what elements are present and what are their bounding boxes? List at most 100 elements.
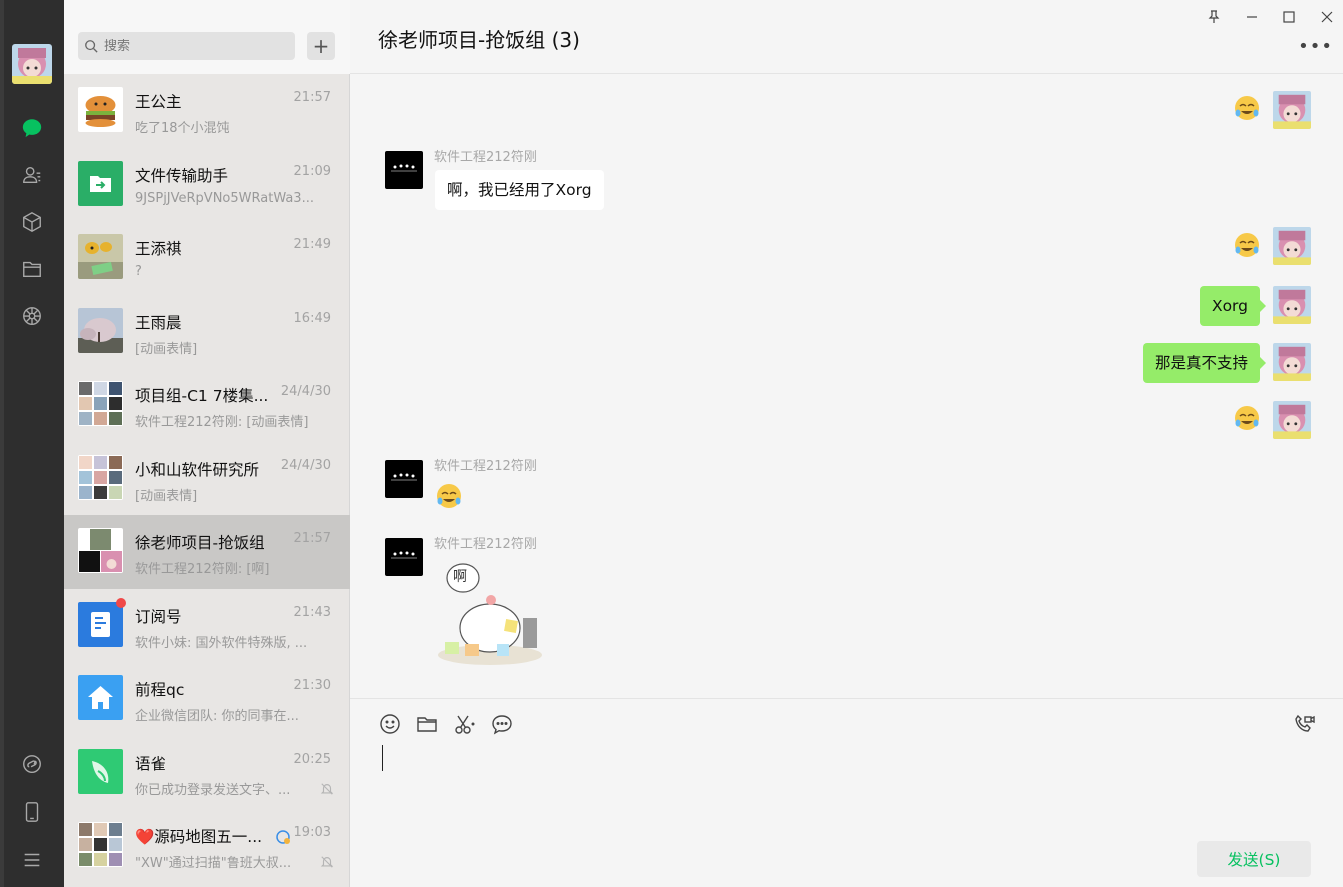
session-preview: [动画表情] (135, 341, 198, 357)
unread-dot (116, 597, 126, 608)
favorites-icon[interactable] (20, 210, 44, 234)
session-item[interactable]: 王添祺 21:49 ? (64, 221, 350, 295)
message-bubble[interactable]: Xorg (1199, 286, 1267, 326)
session-list: 王公主 21:57 吃了18个小混饨 文件传输助手 21:09 9JSPjJVe… (64, 74, 350, 883)
session-time: 21:57 (293, 531, 331, 546)
session-name: 小和山软件研究所 (135, 460, 260, 479)
subscription-icon (78, 601, 123, 647)
session-preview: 软件工程212符刚: [啊] (135, 562, 270, 577)
scissors-icon[interactable] (453, 713, 475, 735)
sender-name: 软件工程212符刚 (434, 459, 537, 474)
member-avatar[interactable] (385, 538, 423, 576)
session-name: 语雀 (135, 754, 167, 773)
sticker-text: 啊 (453, 569, 467, 585)
sticker-image[interactable]: 啊 (435, 560, 545, 670)
session-item[interactable]: 语雀 20:25 你已成功登录发送文字、... (64, 736, 350, 810)
phone-icon[interactable] (20, 800, 44, 824)
session-preview: 9JSPjJVeRpVNo5WRatWa3... (135, 190, 314, 206)
group-avatar (78, 454, 123, 500)
session-preview: 你已成功登录发送文字、... (135, 782, 291, 798)
session-time: 21:43 (293, 604, 331, 620)
session-time: 24/4/30 (280, 384, 331, 399)
session-item[interactable]: 文件传输助手 21:09 9JSPjJVeRpVNo5WRatWa3... (64, 148, 350, 222)
mute-icon (320, 856, 334, 868)
chat-title: 徐老师项目-抢饭组 (3) (378, 28, 580, 52)
self-avatar[interactable] (1273, 343, 1311, 381)
session-name: 王雨晨 (135, 313, 182, 332)
session-preview: 软件工程212符刚: [动画表情] (135, 415, 309, 430)
session-item[interactable]: 订阅号 21:43 软件小妹: 国外软件特殊版, ... (64, 589, 350, 663)
session-item[interactable]: 王公主 21:57 吃了18个小混饨 (64, 74, 350, 148)
contacts-icon[interactable] (20, 163, 44, 187)
session-name: 王添祺 (135, 240, 182, 258)
member-avatar[interactable] (385, 151, 423, 189)
add-button[interactable]: + (307, 32, 335, 60)
session-avatar (78, 307, 123, 353)
message-bubble[interactable]: 那是真不支持 (1142, 343, 1267, 383)
chat-icon[interactable] (20, 116, 44, 140)
search-box[interactable] (78, 32, 295, 60)
session-name: 文件传输助手 (135, 166, 229, 185)
close-icon[interactable] (1316, 6, 1338, 28)
session-item-active[interactable]: 徐老师项目-抢饭组 21:57 软件工程212符刚: [啊] (64, 515, 350, 589)
self-avatar[interactable] (1273, 401, 1311, 439)
moments-icon[interactable] (20, 304, 44, 328)
session-time: 21:09 (293, 163, 331, 179)
search-row: + (64, 0, 350, 74)
chat-header: 徐老师项目-抢饭组 (3) ••• (350, 0, 1343, 74)
message-bubble[interactable]: 啊，我已经用了Xorg (435, 170, 604, 210)
emoji-icon[interactable] (379, 713, 401, 735)
self-avatar[interactable] (1273, 91, 1311, 129)
home-icon (78, 675, 123, 720)
sender-name: 软件工程212符刚 (434, 537, 537, 552)
message-list: 软件工程212符刚 啊，我已经用了Xorg Xorg 那是真不支持 软件工程21… (350, 74, 1343, 698)
laugh-emoji (1233, 94, 1261, 122)
chat-panel: 徐老师项目-抢饭组 (3) ••• 软件工程212符刚 啊，我已经用了Xorg … (350, 0, 1343, 887)
member-avatar[interactable] (385, 460, 423, 498)
session-name: 徐老师项目-抢饭组 (135, 534, 265, 552)
session-preview: 吃了18个小混饨 (135, 121, 230, 136)
session-item[interactable]: 小和山软件研究所 24/4/30 [动画表情] (64, 442, 350, 516)
wechat-window: + 王公主 21:57 吃了18个小混饨 文件传输助手 21:09 9JSPjJ… (0, 0, 1343, 887)
session-preview: ? (135, 264, 142, 279)
maximize-icon[interactable] (1278, 6, 1300, 28)
session-time: 21:30 (293, 678, 331, 693)
session-preview: 企业微信团队: 你的同事在... (135, 709, 299, 724)
session-item[interactable]: ❤️源码地图五一... 19:03 "XW"通过扫描"鲁班大叔... (64, 809, 350, 883)
session-name: 项目组-C1 7楼集... (135, 387, 269, 405)
session-name: ❤️源码地图五一... (135, 828, 263, 846)
minimize-icon[interactable] (1241, 6, 1263, 28)
message-input[interactable] (380, 743, 1310, 833)
self-avatar[interactable] (1273, 227, 1311, 265)
menu-icon[interactable] (20, 848, 44, 872)
send-button[interactable]: 发送(S) (1197, 841, 1311, 877)
files-icon[interactable] (20, 257, 44, 281)
session-time: 16:49 (293, 310, 331, 326)
session-item[interactable]: 王雨晨 16:49 [动画表情] (64, 295, 350, 369)
self-avatar[interactable] (1273, 286, 1311, 324)
more-button[interactable]: ••• (1298, 36, 1333, 57)
session-time: 21:49 (293, 237, 331, 252)
pin-icon[interactable] (1203, 6, 1225, 28)
group-chat-icon (276, 830, 290, 844)
session-preview: "XW"通过扫描"鲁班大叔... (135, 856, 292, 871)
session-avatar (78, 234, 123, 279)
session-item[interactable]: 项目组-C1 7楼集... 24/4/30 软件工程212符刚: [动画表情] (64, 368, 350, 442)
mini-programs-icon[interactable] (20, 752, 44, 776)
laugh-emoji (1233, 404, 1261, 432)
navbar (0, 0, 64, 887)
group-avatar (78, 528, 123, 573)
user-avatar[interactable] (12, 44, 52, 84)
session-name: 订阅号 (135, 607, 182, 626)
group-avatar (78, 822, 123, 867)
folder-icon[interactable] (416, 713, 438, 735)
yuque-icon (78, 748, 123, 794)
session-time: 19:03 (293, 825, 331, 840)
search-input[interactable] (104, 38, 284, 54)
chat-bubble-icon[interactable] (491, 713, 513, 735)
video-call-icon[interactable] (1293, 713, 1315, 735)
session-name: 王公主 (135, 93, 182, 111)
session-avatar (78, 87, 123, 132)
session-item[interactable]: 前程qc 21:30 企业微信团队: 你的同事在... (64, 662, 350, 736)
session-name: 前程qc (135, 681, 185, 699)
